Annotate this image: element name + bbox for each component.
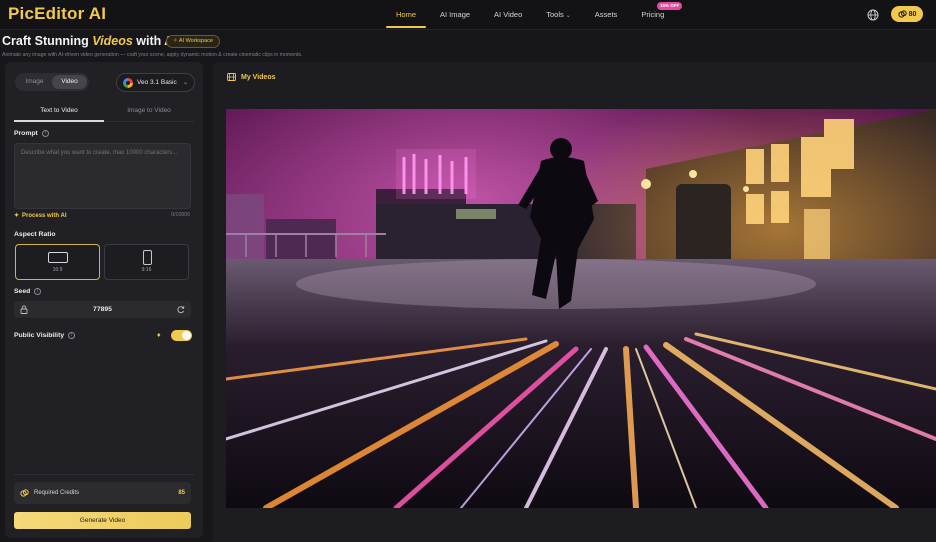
mode-image-option[interactable]: Image (17, 75, 52, 89)
nav-assets[interactable]: Assets (583, 0, 630, 30)
results-panel: My Videos (213, 62, 936, 542)
page-subtitle: Animate any image with AI-driven video g… (2, 52, 303, 58)
required-credits-label: Required Credits (34, 490, 80, 496)
seed-value: 77895 (93, 306, 112, 313)
info-icon[interactable]: i (68, 332, 76, 339)
info-icon[interactable]: i (34, 288, 42, 295)
aspect-9-16-option[interactable]: 9:16 (104, 244, 189, 280)
public-visibility-label: Public Visibility i (14, 332, 76, 339)
my-videos-header: My Videos (227, 73, 276, 81)
refresh-icon[interactable] (177, 305, 185, 314)
seed-label: Seed i (14, 288, 42, 295)
globe-icon[interactable] (866, 8, 880, 22)
my-videos-title: My Videos (241, 73, 276, 81)
required-credits-value: 85 (178, 490, 185, 496)
info-icon[interactable]: i (41, 130, 49, 137)
nav-ai-image[interactable]: AI Image (428, 0, 482, 30)
sparkle-icon: ✦ (14, 213, 20, 219)
app-logo[interactable]: PicEditor AI (8, 4, 106, 24)
discount-badge: 15% OFF (656, 2, 683, 10)
mode-video-option[interactable]: Video (52, 75, 87, 89)
ai-workspace-badge[interactable]: ✧ AI Workspace (166, 35, 220, 48)
process-with-ai-label: Process with AI (22, 212, 67, 219)
nav-pricing-label: Pricing (641, 10, 665, 19)
main-nav: Home AI Image AI Video Tools ⌄ Assets Pri… (384, 0, 686, 30)
public-visibility-text: Public Visibility (14, 332, 65, 339)
aspect-ratio-label: Aspect Ratio (14, 231, 56, 238)
nav-ai-video[interactable]: AI Video (482, 0, 534, 30)
process-with-ai-button[interactable]: ✦ Process with AI (14, 212, 67, 220)
generation-tabs: Text to Video Image to Video (14, 102, 194, 122)
nav-tools-label: Tools (546, 10, 564, 19)
model-dropdown[interactable]: Veo 3.1 Basic ⌄ (116, 73, 195, 92)
page-title-highlight: Videos (92, 34, 133, 48)
nav-pricing[interactable]: Pricing 15% OFF (629, 0, 686, 30)
char-count: 0/10000 (171, 212, 190, 218)
prompt-label: Prompt i (14, 130, 49, 137)
coins-icon (897, 10, 907, 18)
lock-icon[interactable] (20, 305, 28, 314)
page-title: Craft Stunning Videos with AI (2, 34, 177, 48)
landscape-icon (48, 252, 68, 263)
seed-field[interactable]: 77895 (14, 301, 191, 318)
ai-workspace-label: AI Workspace (178, 38, 213, 44)
prompt-label-text: Prompt (14, 130, 38, 137)
portrait-icon (143, 250, 152, 265)
credits-balance-button[interactable]: 80 (891, 6, 923, 22)
video-preview[interactable] (226, 109, 936, 508)
aspect-16-9-option[interactable]: 16:9 (15, 244, 100, 280)
divider (14, 474, 194, 475)
model-name: Veo 3.1 Basic (137, 79, 177, 86)
page-title-part: Craft Stunning (2, 34, 93, 48)
generation-panel: Image Video Veo 3.1 Basic ⌄ Text to Vide… (5, 62, 203, 538)
nav-home[interactable]: Home (384, 0, 428, 30)
generate-video-button[interactable]: Generate Video (14, 512, 191, 529)
nav-tools[interactable]: Tools ⌄ (534, 0, 583, 30)
prompt-input[interactable] (14, 143, 191, 209)
tab-text-to-video[interactable]: Text to Video (14, 102, 104, 122)
mode-toggle: Image Video (15, 73, 89, 91)
film-icon (227, 73, 236, 81)
chevron-down-icon: ⌄ (182, 80, 188, 86)
seed-label-text: Seed (14, 288, 31, 295)
public-visibility-toggle[interactable] (171, 330, 192, 341)
video-frame-image (226, 109, 936, 508)
aspect-9-16-label: 9:16 (141, 267, 152, 273)
chevron-down-icon: ⌄ (565, 13, 571, 19)
diamond-icon: ♦ (157, 332, 161, 339)
coins-icon (20, 489, 29, 497)
tab-image-to-video[interactable]: Image to Video (104, 102, 194, 121)
top-nav-bar: PicEditor AI Home AI Image AI Video Tool… (0, 0, 936, 30)
required-credits-row: Required Credits 85 (14, 482, 191, 504)
credits-balance: 80 (908, 10, 917, 18)
aspect-16-9-label: 16:9 (52, 267, 63, 273)
google-icon (123, 77, 133, 88)
